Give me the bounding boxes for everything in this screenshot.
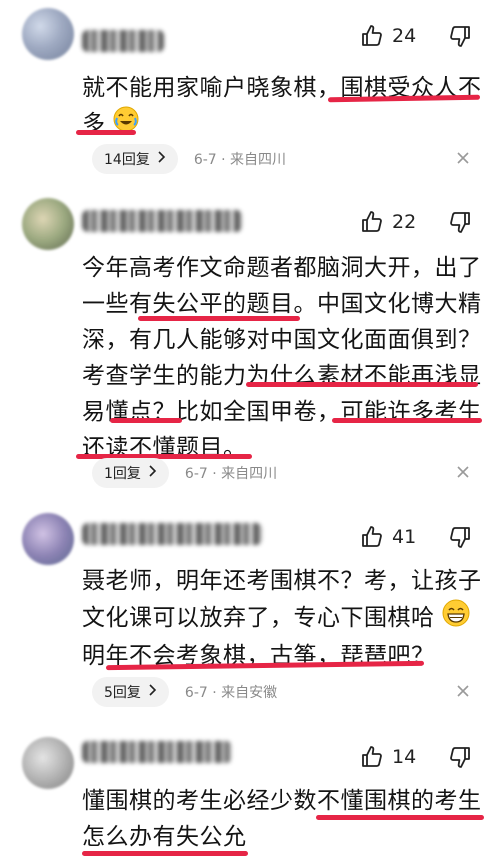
comment-time-location: 6-7 · 来自安徽 xyxy=(184,685,278,701)
like-count: 22 xyxy=(392,211,417,233)
thumbs-up-icon xyxy=(360,745,384,769)
comment-line-with-emoji: 文化课可以放弃了，专心下围棋哈 xyxy=(82,599,482,638)
laugh-cry-emoji-icon xyxy=(113,106,139,143)
comment-text: 今年高考作文命题者都脑洞大开，出了 一些有失公平的题目。中国文化博大精 深，有几… xyxy=(82,250,482,466)
close-icon xyxy=(456,683,470,702)
highlight-underline xyxy=(316,815,484,820)
username-blurred[interactable] xyxy=(82,741,232,763)
like-button[interactable]: 14 xyxy=(360,745,416,769)
close-button[interactable] xyxy=(456,464,470,483)
comment-line: 懂围棋的考生必经少数不懂围棋的考生 xyxy=(82,788,482,814)
reply-count: 5回复 xyxy=(104,685,141,701)
close-icon xyxy=(456,464,470,483)
dislike-button[interactable] xyxy=(448,210,472,234)
like-button[interactable]: 41 xyxy=(360,525,416,549)
comment-line: 考查学生的能力为什么素材不能再浅显 xyxy=(82,363,482,389)
highlight-underline xyxy=(138,316,300,321)
close-button[interactable] xyxy=(456,150,470,169)
highlight-underline xyxy=(82,851,248,856)
close-button[interactable] xyxy=(456,683,470,702)
comment-line: 易懂点？比如全国甲卷，可能许多考生 xyxy=(82,399,482,425)
thumbs-down-icon xyxy=(448,210,472,234)
reply-count: 1回复 xyxy=(104,466,141,482)
grin-emoji-icon xyxy=(442,599,470,638)
username-blurred[interactable] xyxy=(82,523,262,545)
comment-text: 聂老师，明年还考围棋不？考，让孩子 文化课可以放弃了，专心下围棋哈 明年不会考象… xyxy=(82,563,482,674)
like-count: 14 xyxy=(392,746,417,768)
comment-line-with-emoji: 多 xyxy=(82,106,482,143)
comment-meta: 5回复 6-7 · 来自安徽 xyxy=(92,677,277,707)
like-count: 41 xyxy=(392,526,417,548)
like-button[interactable]: 22 xyxy=(360,210,416,234)
like-button[interactable]: 24 xyxy=(360,24,416,48)
replies-button[interactable]: 5回复 xyxy=(92,677,169,707)
username-blurred[interactable] xyxy=(82,30,164,52)
comment-text: 就不能用家喻户晓象棋，围棋受众人不 多 xyxy=(82,70,482,143)
comment-time-location: 6-7 · 来自四川 xyxy=(193,152,287,168)
avatar[interactable] xyxy=(22,8,74,60)
thumbs-down-icon xyxy=(448,745,472,769)
thumbs-down-icon xyxy=(448,525,472,549)
username-blurred[interactable] xyxy=(82,210,242,232)
highlight-underline xyxy=(246,382,478,387)
dislike-button[interactable] xyxy=(448,525,472,549)
dislike-button[interactable] xyxy=(448,24,472,48)
close-icon xyxy=(456,150,470,169)
comment-line: 怎么办有失公允 xyxy=(82,824,247,850)
like-count: 24 xyxy=(392,25,417,47)
chevron-right-icon xyxy=(156,151,166,167)
thumbs-up-icon xyxy=(360,525,384,549)
highlight-underline xyxy=(110,418,182,423)
avatar[interactable] xyxy=(22,513,74,565)
chevron-right-icon xyxy=(147,684,157,700)
thumbs-up-icon xyxy=(360,24,384,48)
chevron-right-icon xyxy=(147,465,157,481)
avatar[interactable] xyxy=(22,198,74,250)
dislike-button[interactable] xyxy=(448,745,472,769)
comment-meta: 1回复 6-7 · 来自四川 xyxy=(92,458,277,488)
highlight-underline xyxy=(332,418,482,423)
avatar[interactable] xyxy=(22,737,74,789)
replies-button[interactable]: 1回复 xyxy=(92,458,169,488)
replies-button[interactable]: 14回复 xyxy=(92,144,178,174)
comment-line: 深，有几人能够对中国文化面面俱到？ xyxy=(82,327,482,353)
thumbs-down-icon xyxy=(448,24,472,48)
comment-line: 今年高考作文命题者都脑洞大开，出了 xyxy=(82,255,482,281)
reply-count: 14回复 xyxy=(104,152,150,168)
thumbs-up-icon xyxy=(360,210,384,234)
highlight-underline xyxy=(76,130,136,135)
comment-meta: 14回复 6-7 · 来自四川 xyxy=(92,144,286,174)
comment-line: 文化课可以放弃了，专心下围棋哈 xyxy=(82,605,435,631)
comment-time-location: 6-7 · 来自四川 xyxy=(184,466,278,482)
comment-line: 聂老师，明年还考围棋不？考，让孩子 xyxy=(82,568,482,594)
